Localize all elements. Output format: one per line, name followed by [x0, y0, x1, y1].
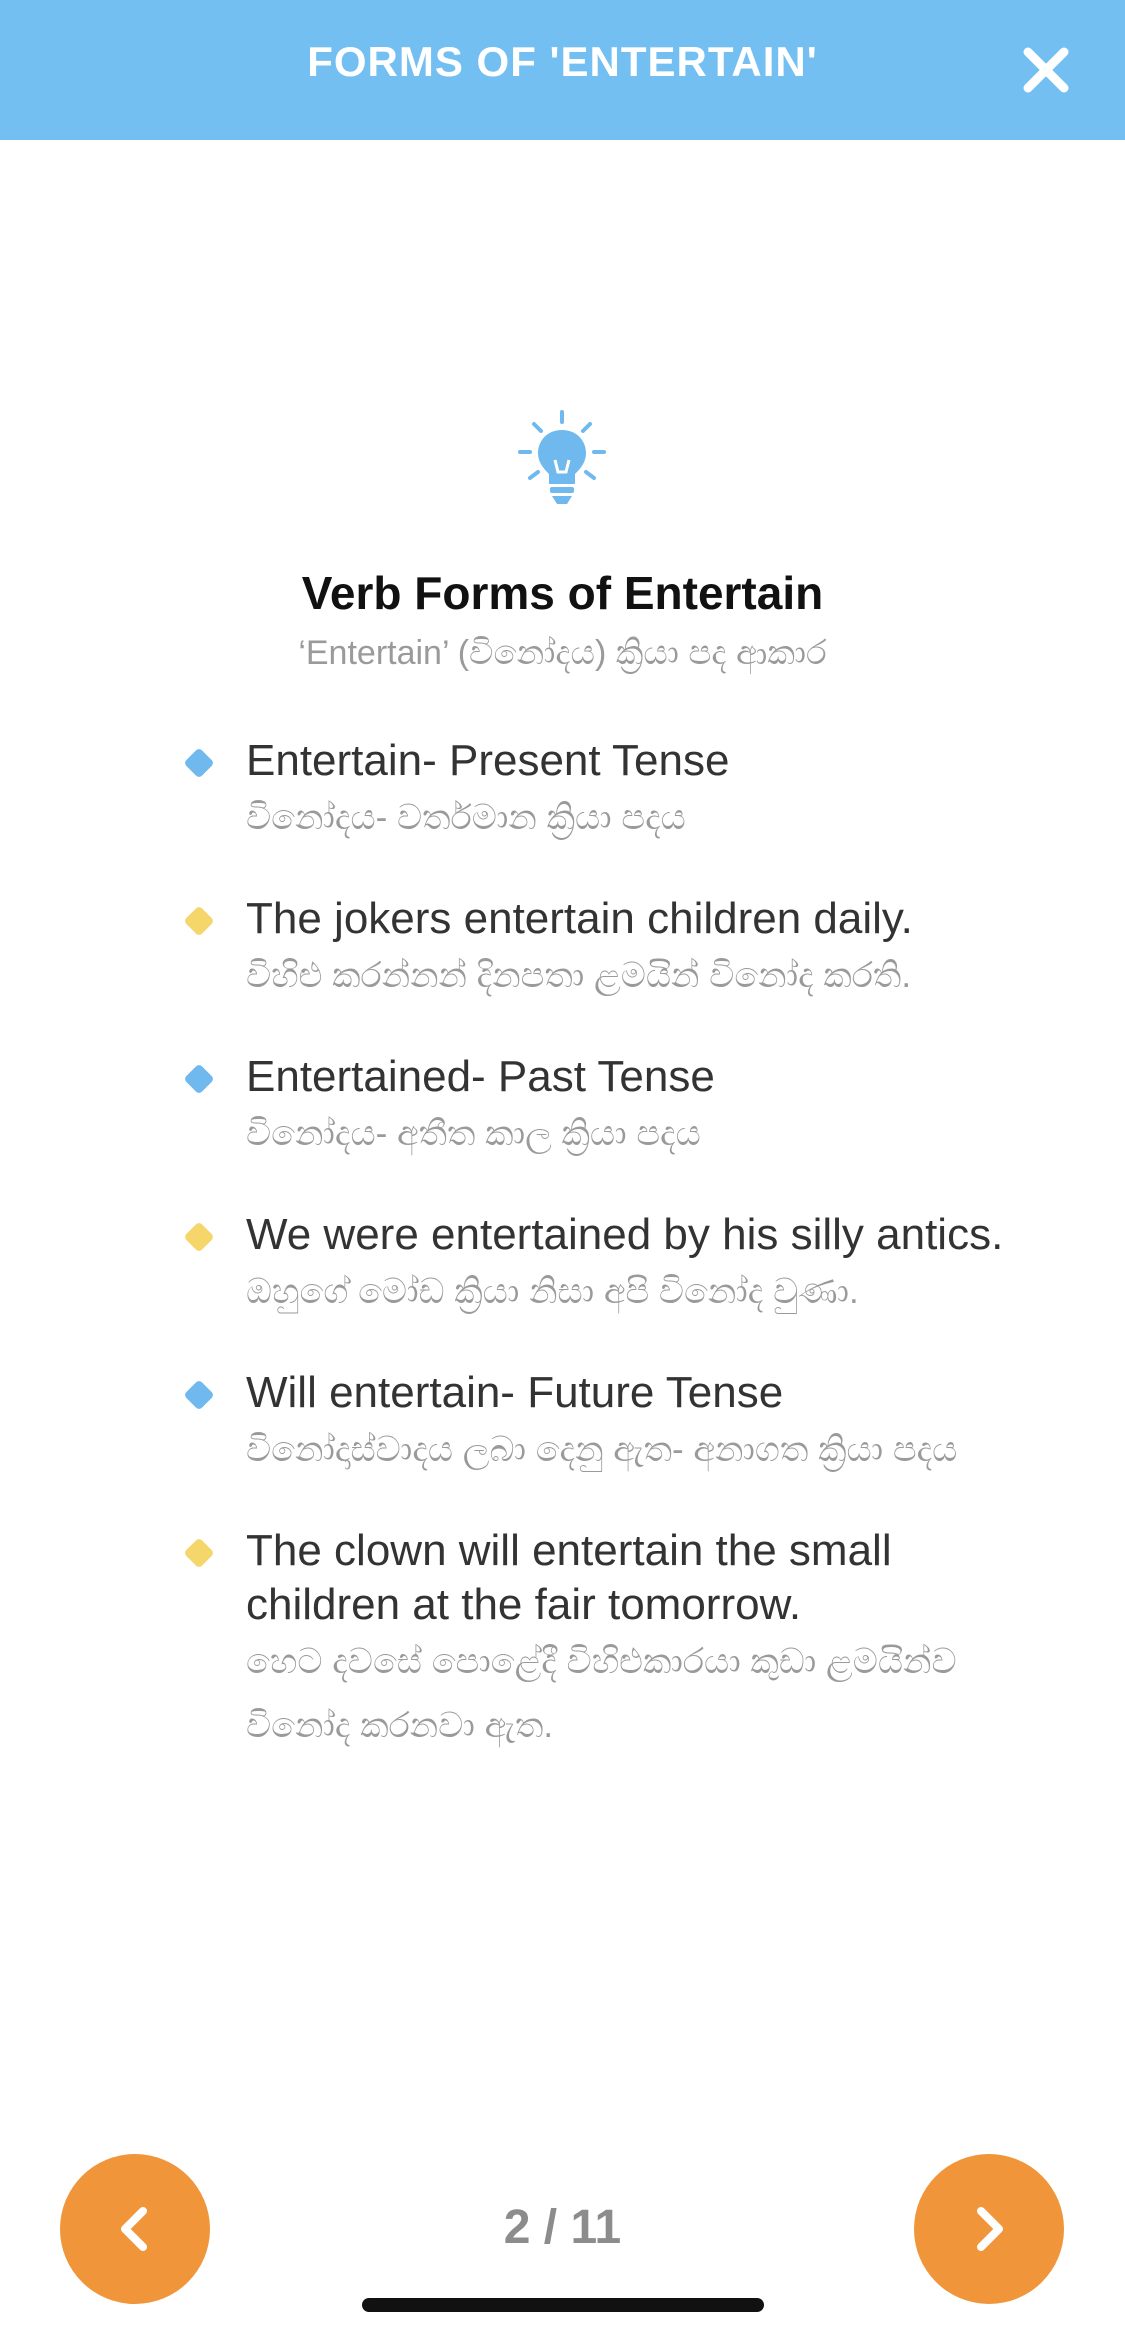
item-english: The jokers entertain children daily.	[246, 894, 913, 943]
next-button[interactable]	[914, 2154, 1064, 2304]
close-button[interactable]	[1018, 42, 1074, 98]
bullet-diamond-icon	[183, 1537, 215, 1569]
verb-forms-list: Entertain- Present Tense විනෝදය- වර්තමාන…	[182, 734, 1022, 1800]
header-bar: FORMS OF 'ENTERTAIN'	[0, 0, 1125, 140]
lightbulb-icon	[518, 410, 606, 504]
item-english: Entertain- Present Tense	[246, 736, 730, 785]
list-item: The clown will entertain the small child…	[182, 1524, 1022, 1758]
item-english: The clown will entertain the small child…	[246, 1526, 892, 1629]
bullet-diamond-icon	[183, 1063, 215, 1095]
item-sinhala: විහිළු කරන්නන් දිනපතා ළමයින් විනෝද කරති.	[246, 956, 912, 995]
home-indicator	[362, 2298, 764, 2312]
item-sinhala: විනෝදය- වර්තමාන ක්‍රියා පදය	[246, 798, 686, 837]
page-title: FORMS OF 'ENTERTAIN'	[307, 38, 818, 85]
item-sinhala: හෙට දවසේ පොළේදී විහිළුකාරයා කුඩා ළමයින්ව…	[246, 1642, 957, 1745]
list-item: We were entertained by his silly antics.…	[182, 1208, 1022, 1324]
item-sinhala: විනෝදය- අතීත කාල ක්‍රියා පදය	[246, 1114, 701, 1153]
bullet-diamond-icon	[183, 905, 215, 937]
list-item: Entertain- Present Tense විනෝදය- වර්තමාන…	[182, 734, 1022, 850]
item-english: Entertained- Past Tense	[246, 1052, 715, 1101]
bullet-diamond-icon	[183, 1379, 215, 1411]
item-english: We were entertained by his silly antics.	[246, 1210, 1004, 1259]
content-subtitle: ‘Entertain’ (විනෝදය) ක්‍රියා පද ආකාර	[298, 634, 827, 672]
close-icon	[1023, 47, 1069, 93]
list-item: Entertained- Past Tense විනෝදය- අතීත කාල…	[182, 1050, 1022, 1166]
list-item: Will entertain- Future Tense විනෝදාස්වාද…	[182, 1366, 1022, 1482]
bullet-diamond-icon	[183, 747, 215, 779]
item-english: Will entertain- Future Tense	[246, 1368, 784, 1417]
item-sinhala: ඔහුගේ මෝඩ ක්‍රියා නිසා අපි විනෝද වුණා.	[246, 1272, 859, 1311]
chevron-right-icon	[977, 2207, 1003, 2251]
bullet-diamond-icon	[183, 1221, 215, 1253]
item-sinhala: විනෝදාස්වාදය ලබා දෙනු ඇත- අනාගත ක්‍රියා …	[246, 1430, 958, 1469]
list-item: The jokers entertain children daily. විහ…	[182, 892, 1022, 1008]
content-title: Verb Forms of Entertain	[301, 567, 824, 619]
